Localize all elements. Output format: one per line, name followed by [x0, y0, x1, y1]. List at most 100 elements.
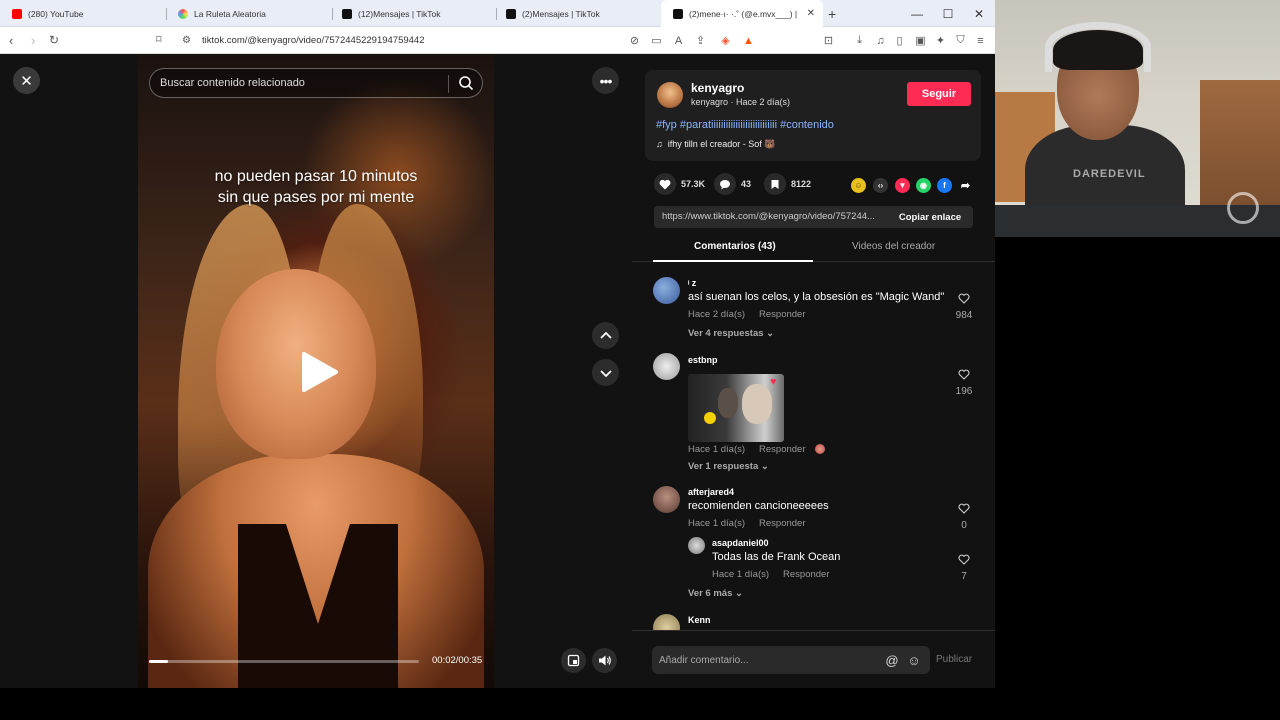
video-caption-overlay: no pueden pasar 10 minutos sin que pases… — [214, 168, 418, 206]
comment-like-button[interactable]: 0 — [954, 501, 974, 531]
bookmark-icon[interactable]: ⌑ — [156, 33, 162, 46]
avatar[interactable] — [653, 614, 680, 630]
avatar[interactable] — [653, 486, 680, 513]
share-icon[interactable]: ⇪ — [694, 34, 707, 47]
copy-link-button[interactable]: Copiar enlace — [887, 206, 973, 228]
related-search-input[interactable]: Buscar contenido relacionado — [149, 68, 483, 98]
letterbox-bottom — [0, 688, 1280, 720]
translate-icon[interactable]: A — [672, 34, 685, 47]
forward-icon[interactable]: › — [31, 33, 35, 48]
download-icon[interactable]: ⤓ — [853, 34, 866, 47]
comment-username[interactable]: ᵎ z — [688, 278, 696, 288]
mention-icon[interactable]: @ — [884, 652, 900, 668]
next-video-button[interactable] — [592, 359, 619, 386]
minimize-button[interactable]: — — [902, 0, 932, 27]
chevron-down-icon: ⌄ — [766, 328, 775, 339]
brave-shield-icon[interactable]: ◈ — [719, 34, 732, 47]
maximize-button[interactable]: ☐ — [933, 0, 963, 27]
play-icon[interactable] — [300, 350, 340, 394]
reading-list-icon[interactable]: ▯ — [893, 34, 906, 47]
close-video-button[interactable]: ✕ — [13, 67, 40, 94]
post-comment-button[interactable]: Publicar — [936, 654, 972, 665]
video-progress-bar[interactable] — [149, 660, 419, 663]
author-name[interactable]: kenyagro — [691, 81, 744, 95]
menu-icon[interactable]: ≡ — [974, 34, 987, 47]
volume-button[interactable] — [592, 648, 617, 673]
emoji-icon[interactable]: ☺ — [906, 652, 922, 668]
comment-username[interactable]: Kenn — [688, 615, 711, 625]
youtube-icon — [12, 8, 22, 19]
avatar[interactable] — [688, 537, 705, 554]
comment-like-button[interactable]: 196 — [954, 367, 974, 397]
comment-input[interactable]: Añadir comentario... @ ☺ — [652, 646, 930, 674]
headset — [1045, 22, 1151, 72]
post-music[interactable]: ♫ ifhy tilln el creador - Sof 🐻 — [656, 139, 776, 150]
tiktok-icon — [673, 8, 683, 19]
leo-ai-icon[interactable]: ✦ — [934, 34, 947, 47]
back-icon[interactable]: ‹ — [9, 33, 13, 48]
reply-button[interactable]: Responder — [759, 444, 805, 455]
comment-text: así suenan los celos, y la obsesión es "… — [688, 291, 945, 303]
follow-button[interactable]: Seguir — [907, 82, 971, 106]
share-arrow-icon[interactable]: ➦ — [958, 178, 973, 193]
cast-icon[interactable]: ▭ — [650, 34, 663, 47]
vpn-icon[interactable]: ⛉ — [954, 34, 967, 47]
gif-favorite-icon[interactable]: ♥ — [770, 376, 777, 388]
brave-rewards-icon[interactable]: ▲ — [742, 34, 755, 47]
like-button[interactable]: 57.3K — [654, 173, 705, 195]
post-hashtags[interactable]: #fyp #paratiiiiiiiiiiiiiiiiiiiiiiiiiii #… — [656, 119, 834, 131]
ruleta-icon — [178, 8, 188, 19]
close-window-button[interactable]: ✕ — [964, 0, 994, 27]
media-icon[interactable]: ♫ — [874, 34, 887, 47]
tab-comments[interactable]: Comentarios (43) — [694, 241, 776, 252]
like-count: 57.3K — [681, 179, 706, 189]
repost-icon[interactable]: ☺ — [851, 178, 866, 193]
heart-outline-icon — [958, 503, 970, 514]
reply-username[interactable]: asapdaniel00 — [712, 538, 769, 548]
tab-tiktok-mensajes-12[interactable]: (12)Mensajes | TikTok — [330, 0, 495, 27]
reply-like-button[interactable]: 7 — [954, 552, 974, 582]
comment-like-button[interactable]: 984 — [954, 291, 974, 321]
wallet-icon[interactable]: ▣ — [914, 34, 927, 47]
tab-creator-videos[interactable]: Videos del creador — [852, 241, 935, 252]
avatar[interactable] — [657, 82, 683, 108]
embed-icon[interactable]: ‹› — [873, 178, 888, 193]
comment-username[interactable]: afterjared4 — [688, 487, 734, 497]
tiktok-icon — [506, 8, 516, 19]
tab-ruleta[interactable]: La Ruleta Aleatoria — [166, 0, 331, 27]
avatar[interactable] — [653, 353, 680, 380]
tab-youtube[interactable]: (280) YouTube — [0, 0, 165, 27]
reload-icon[interactable]: ↻ — [49, 33, 59, 47]
tab-tiktok-video[interactable]: (2)mene·ı· ·.˚ (@e.mvx___) | T ✕ — [661, 0, 823, 27]
whatsapp-icon[interactable]: ◉ — [916, 178, 931, 193]
new-tab-button[interactable]: + — [828, 6, 836, 22]
comment-username[interactable]: estbnp — [688, 355, 718, 365]
facebook-icon[interactable]: f — [937, 178, 952, 193]
video-progress-fill — [149, 660, 168, 663]
previous-video-button[interactable] — [592, 322, 619, 349]
view-replies-button[interactable]: Ver 1 respuesta ⌄ — [688, 461, 769, 472]
reply-button[interactable]: Responder — [759, 309, 805, 320]
view-replies-button[interactable]: Ver 4 respuestas ⌄ — [688, 328, 774, 339]
comment-meta: Hace 1 día(s) Responder — [688, 518, 806, 529]
avatar[interactable] — [653, 277, 680, 304]
reply-button[interactable]: Responder — [759, 518, 805, 529]
video-link[interactable]: https://www.tiktok.com/@kenyagro/video/7… — [662, 211, 886, 222]
close-tab-icon[interactable]: ✕ — [807, 8, 815, 19]
send-icon[interactable]: ▼ — [895, 178, 910, 193]
site-settings-icon[interactable]: ⚙ — [182, 35, 191, 46]
tab-bar: (280) YouTube La Ruleta Aleatoria (12)Me… — [0, 0, 995, 27]
eye-off-icon[interactable]: ⊘ — [628, 34, 641, 47]
save-button[interactable]: 8122 — [764, 173, 811, 195]
more-options-button[interactable]: ••• — [592, 67, 619, 94]
view-more-replies-button[interactable]: Ver 6 más ⌄ — [688, 588, 743, 599]
floating-player-button[interactable] — [561, 648, 586, 673]
comment-button[interactable]: 43 — [714, 173, 751, 195]
reply-button[interactable]: Responder — [783, 569, 829, 580]
search-icon[interactable] — [458, 75, 474, 91]
chevron-up-icon — [599, 331, 612, 339]
heart-icon — [659, 179, 671, 189]
url-input[interactable]: tiktok.com/@kenyagro/video/7572445229194… — [202, 35, 425, 46]
sidebar-icon[interactable]: ⊡ — [822, 34, 835, 47]
tab-tiktok-mensajes-2[interactable]: (2)Mensajes | TikTok — [494, 0, 659, 27]
